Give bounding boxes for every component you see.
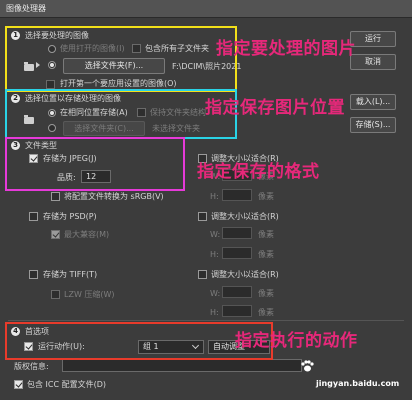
load-button[interactable]: 载入(L)... (350, 94, 396, 110)
lzw-checkbox[interactable] (51, 290, 60, 299)
annotation-frame-destination (5, 89, 237, 139)
annotation-frame-format (5, 137, 185, 191)
annotation-action-text: 指定执行的动作 (235, 331, 358, 351)
window-title: 图像处理器 (6, 4, 46, 13)
tiff-w-label: W: (210, 289, 221, 298)
include-icc-label: 包含 ICC 配置文件(D) (27, 380, 107, 389)
annotation-source-text: 指定要处理的图片 (216, 39, 356, 59)
watermark-text: jingyan.baidu.com (316, 379, 400, 388)
convert-srgb-checkbox[interactable] (51, 192, 60, 201)
save-psd-checkbox[interactable] (29, 212, 38, 221)
convert-srgb-label: 将配置文件转换为 sRGB(V) (64, 192, 164, 201)
psd-w-label: W: (210, 230, 221, 239)
max-compat-checkbox[interactable] (51, 230, 60, 239)
psd-resize-checkbox[interactable] (198, 212, 207, 221)
jpeg-h-label: H: (210, 192, 219, 201)
divider (8, 320, 404, 321)
psd-resize-label: 调整大小以适合(R) (211, 212, 279, 221)
max-compat-label: 最大兼容(M) (64, 230, 110, 239)
psd-h-unit: 像素 (258, 250, 274, 259)
tiff-w-unit: 像素 (258, 289, 274, 298)
include-icc-checkbox[interactable] (14, 380, 23, 389)
tiff-h-label: H: (210, 308, 219, 317)
lzw-label: LZW 压缩(W) (64, 290, 115, 299)
save-tiff-checkbox[interactable] (29, 270, 38, 279)
cancel-button[interactable]: 取消 (350, 54, 396, 70)
tiff-resize-checkbox[interactable] (198, 270, 207, 279)
annotation-destination-text: 指定保存图片位置 (205, 98, 345, 118)
window-titlebar: 图像处理器 (0, 0, 412, 18)
save-psd-label: 存储为 PSD(P) (43, 212, 97, 221)
annotation-frame-action (5, 322, 273, 360)
tiff-w-input[interactable] (222, 286, 252, 298)
annotation-frame-source (5, 26, 237, 92)
jpeg-h-unit: 像素 (258, 192, 274, 201)
copyright-input[interactable] (62, 359, 302, 372)
psd-h-input[interactable] (222, 247, 252, 259)
baidu-paw-logo (301, 360, 314, 372)
copyright-label: 版权信息: (14, 362, 49, 371)
save-tiff-label: 存储为 TIFF(T) (43, 270, 98, 279)
save-settings-button[interactable]: 存储(S)... (350, 117, 396, 133)
jpeg-h-input[interactable] (222, 189, 252, 201)
run-button[interactable]: 运行 (350, 31, 396, 47)
tiff-h-unit: 像素 (258, 308, 274, 317)
tiff-h-input[interactable] (222, 305, 252, 317)
psd-w-unit: 像素 (258, 230, 274, 239)
psd-h-label: H: (210, 250, 219, 259)
annotation-format-text: 指定保存的格式 (197, 162, 320, 182)
psd-w-input[interactable] (222, 227, 252, 239)
tiff-resize-label: 调整大小以适合(R) (211, 270, 279, 279)
